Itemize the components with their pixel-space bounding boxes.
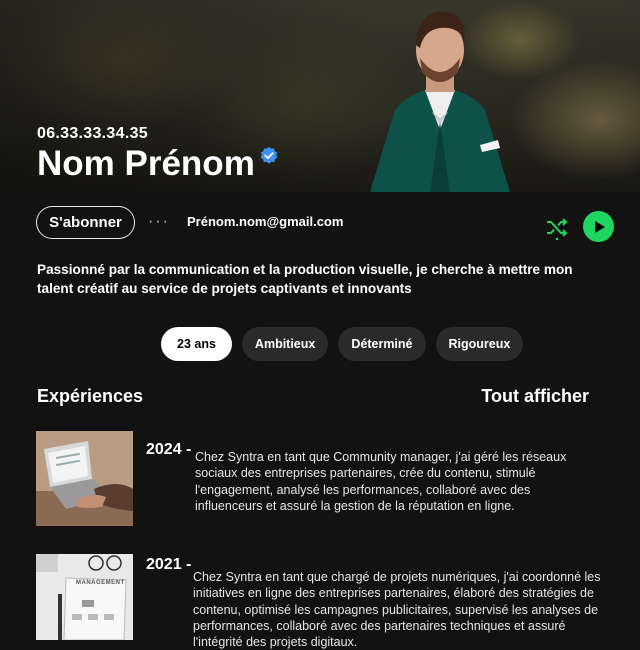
email-address: Prénom.nom@gmail.com (187, 214, 344, 229)
tag-age[interactable]: 23 ans (161, 327, 232, 361)
experience-thumbnail-laptop (36, 431, 133, 526)
experience-description: Chez Syntra en tant que Community manage… (195, 450, 567, 513)
show-all-link[interactable]: Tout afficher (481, 386, 589, 407)
phone-number: 06.33.33.34.35 (37, 125, 148, 142)
experience-year: 2021 - (146, 556, 192, 573)
profile-photo (370, 11, 510, 192)
tag-list: 23 ans Ambitieux Déterminé Rigoureux (161, 327, 524, 361)
tag-ambitious[interactable]: Ambitieux (241, 327, 329, 361)
profile-name: Nom Prénom (37, 144, 255, 183)
experience-year: 2024 - (146, 441, 192, 458)
shuffle-icon[interactable] (545, 216, 569, 240)
experience-thumbnail-notebook (36, 554, 133, 640)
experiences-heading: Expériences (37, 386, 144, 406)
notebook-caption: MANAGEMENT (76, 580, 125, 586)
profile-bio: Passionné par la communication et la pro… (37, 262, 573, 296)
play-icon (594, 220, 605, 233)
play-button[interactable] (583, 211, 614, 242)
subscribe-button[interactable]: S'abonner (36, 206, 135, 239)
tag-rigorous[interactable]: Rigoureux (435, 327, 524, 361)
more-options-button[interactable]: ··· (148, 213, 170, 231)
tag-determined[interactable]: Déterminé (338, 327, 426, 361)
verified-badge-icon (260, 146, 278, 164)
profile-header-banner: 06.33.33.34.35 Nom Prénom (0, 0, 640, 192)
experience-description: Chez Syntra en tant que chargé de projet… (193, 570, 601, 650)
